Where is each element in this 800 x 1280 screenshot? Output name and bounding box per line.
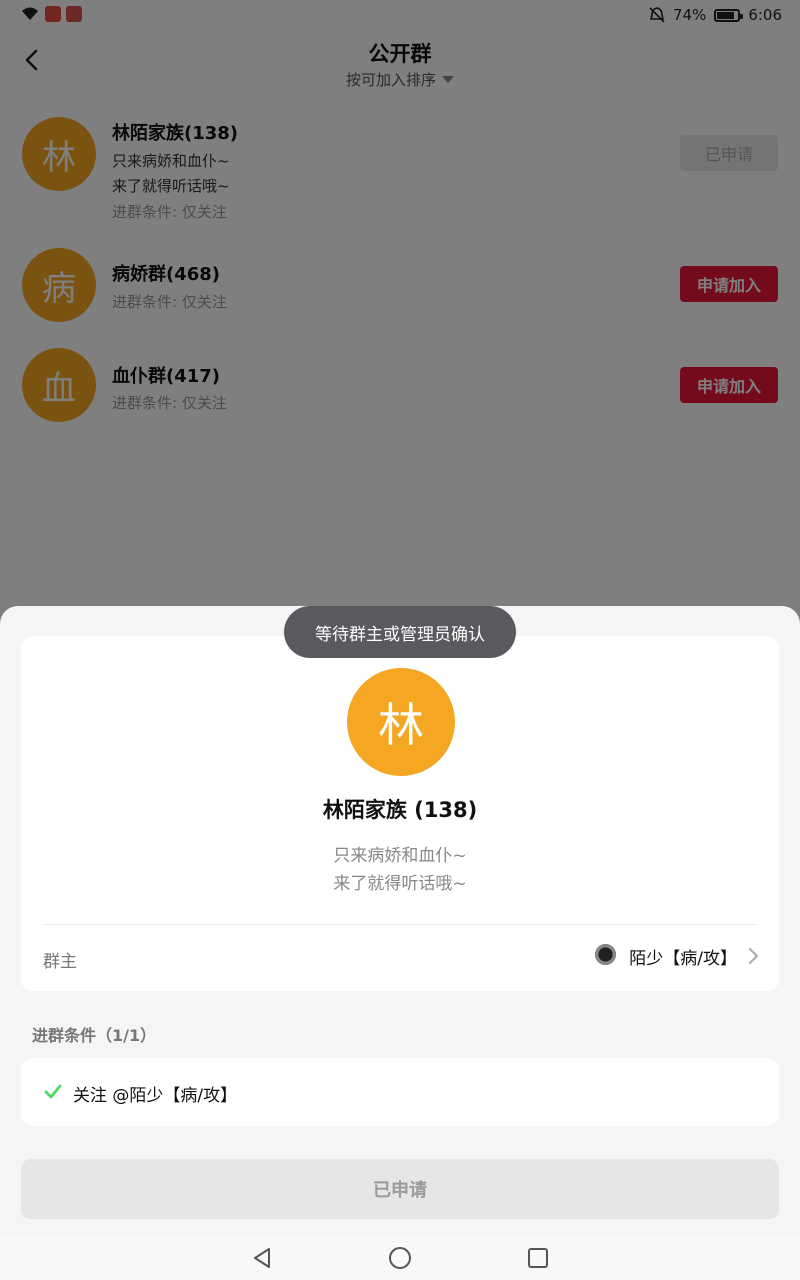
group-desc-line: 来了就得听话哦~ [333, 874, 467, 894]
system-nav-bar [0, 1236, 800, 1280]
recents-square-icon [528, 1248, 548, 1268]
owner-avatar [589, 941, 620, 971]
back-triangle-icon [254, 1248, 270, 1268]
applied-button[interactable]: 已申请 [21, 1159, 779, 1219]
owner-info: 陌少【病/攻】 [589, 941, 759, 971]
group-info-card: 林 林陌家族 (138) 只来病娇和血仆~ 来了就得听话哦~ 群主 陌少【病/攻… [21, 636, 779, 991]
toast-message: 等待群主或管理员确认 [284, 606, 516, 658]
owner-name: 陌少【病/攻】 [629, 948, 737, 969]
conditions-title: 进群条件（1/1） [32, 1026, 157, 1045]
chevron-right-icon [749, 948, 758, 964]
condition-text: 关注 @陌少【病/攻】 [73, 1086, 238, 1106]
home-circle-icon [389, 1247, 411, 1269]
check-icon [44, 1084, 62, 1099]
group-owner-row[interactable]: 群主 陌少【病/攻】 [21, 925, 779, 991]
nav-home-button[interactable] [386, 1244, 414, 1272]
group-detail-sheet: 林 林陌家族 (138) 只来病娇和血仆~ 来了就得听话哦~ 群主 陌少【病/攻… [0, 606, 800, 1236]
nav-back-button[interactable] [248, 1244, 276, 1272]
owner-label: 群主 [43, 952, 77, 972]
group-name: 林陌家族 (138) [322, 798, 478, 822]
group-desc-line: 只来病娇和血仆~ [333, 846, 467, 866]
group-avatar: 林 [347, 668, 455, 776]
condition-card: 关注 @陌少【病/攻】 [21, 1058, 779, 1126]
nav-recents-button[interactable] [524, 1244, 552, 1272]
